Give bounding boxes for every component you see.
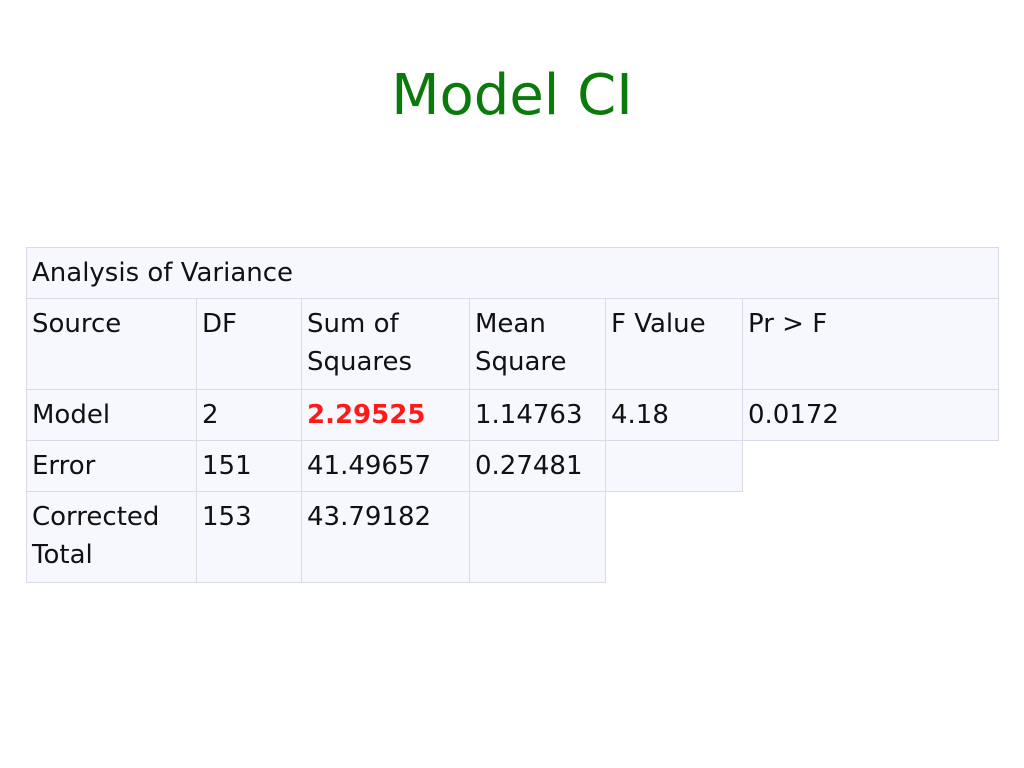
cell-df: 153 bbox=[196, 491, 302, 583]
cell-source: Corrected Total bbox=[26, 491, 197, 583]
header-sum-of-squares: Sum of Squares bbox=[301, 298, 470, 390]
table-row-corrected-total: Corrected Total 153 43.79182 bbox=[26, 491, 999, 583]
cell-mean-square: 0.27481 bbox=[469, 440, 606, 492]
cell-source: Error bbox=[26, 440, 197, 492]
table-caption: Analysis of Variance bbox=[25, 247, 1000, 299]
cell-sum-of-squares: 43.79182 bbox=[301, 491, 470, 583]
cell-mean-square: 1.14763 bbox=[469, 389, 606, 441]
cell-df: 151 bbox=[196, 440, 302, 492]
table-row-model: Model 2 2.29525 1.14763 4.18 0.0172 bbox=[26, 389, 1000, 441]
cell-empty bbox=[605, 491, 999, 583]
cell-sum-of-squares: 2.29525 bbox=[301, 389, 470, 441]
cell-sum-of-squares: 41.49657 bbox=[301, 440, 470, 492]
cell-empty-shaded bbox=[469, 491, 606, 583]
table-row-error: Error 151 41.49657 0.27481 bbox=[26, 440, 999, 492]
cell-f-value bbox=[605, 440, 743, 492]
cell-empty bbox=[742, 440, 999, 492]
cell-source: Model bbox=[26, 389, 197, 441]
table-caption-row: Analysis of Variance bbox=[25, 247, 1000, 299]
cell-f-value: 4.18 bbox=[605, 389, 743, 441]
table-header-row: Source DF Sum of Squares Mean Square F V… bbox=[26, 298, 1000, 390]
slide-title: Model CI bbox=[391, 63, 633, 128]
cell-pr-f: 0.0172 bbox=[741, 389, 1000, 441]
header-df: DF bbox=[196, 298, 302, 390]
header-mean-square: Mean Square bbox=[469, 298, 606, 390]
anova-table: Analysis of Variance Source DF Sum of Sq… bbox=[25, 247, 1000, 583]
cell-df: 2 bbox=[196, 389, 302, 441]
header-f-value: F Value bbox=[605, 298, 743, 390]
header-pr-f: Pr > F bbox=[741, 298, 1000, 390]
header-source: Source bbox=[26, 298, 197, 390]
